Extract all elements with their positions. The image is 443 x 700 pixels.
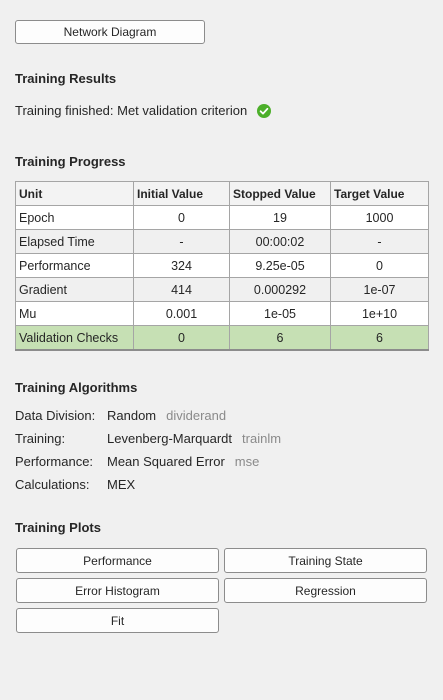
table-cell: Elapsed Time: [15, 229, 134, 254]
table-cell: 0: [133, 205, 230, 230]
plot-performance-button[interactable]: Performance: [16, 548, 219, 573]
column-header: Target Value: [330, 181, 429, 206]
table-cell: 324: [133, 253, 230, 278]
table-cell: 0: [330, 253, 429, 278]
training-progress-title: Training Progress: [15, 154, 126, 169]
table-cell: Epoch: [15, 205, 134, 230]
table-cell: 0.001: [133, 301, 230, 326]
table-row: Performance 324 9.25e-05 0: [15, 253, 429, 278]
table-cell: -: [330, 229, 429, 254]
plot-training-state-button[interactable]: Training State: [224, 548, 427, 573]
column-header: Stopped Value: [229, 181, 331, 206]
table-row: Epoch 0 19 1000: [15, 205, 429, 230]
table-cell: Mu: [15, 301, 134, 326]
table-cell: 414: [133, 277, 230, 302]
table-cell: 1e-07: [330, 277, 429, 302]
table-cell: 1e-05: [229, 301, 331, 326]
algorithm-row: Training: Levenberg-Marquardt trainlm: [15, 431, 281, 446]
algorithm-value: Mean Squared Error: [107, 454, 225, 469]
table-row: Gradient 414 0.000292 1e-07: [15, 277, 429, 302]
algorithm-label: Performance:: [15, 454, 94, 469]
algorithm-function-link[interactable]: dividerand: [166, 408, 226, 423]
plot-regression-button[interactable]: Regression: [224, 578, 427, 603]
column-header: Unit: [15, 181, 134, 206]
training-status-text: Training finished: Met validation criter…: [15, 103, 248, 118]
training-algorithms-title: Training Algorithms: [15, 380, 138, 395]
table-cell: 1e+10: [330, 301, 429, 326]
table-cell: 19: [229, 205, 331, 230]
check-circle-icon: [257, 103, 272, 118]
algorithm-row: Data Division: Random dividerand: [15, 408, 226, 423]
plot-fit-button[interactable]: Fit: [16, 608, 219, 633]
table-cell: 6: [330, 325, 429, 351]
table-row-highlighted: Validation Checks 0 6 6: [15, 325, 429, 351]
algorithm-label: Calculations:: [15, 477, 90, 492]
plot-error-histogram-button[interactable]: Error Histogram: [16, 578, 219, 603]
algorithm-value: Levenberg-Marquardt: [107, 431, 233, 446]
algorithm-row: Calculations: MEX: [15, 477, 135, 492]
training-progress-table: Unit Initial Value Stopped Value Target …: [15, 181, 429, 351]
network-diagram-button[interactable]: Network Diagram: [15, 20, 205, 44]
table-cell: Performance: [15, 253, 134, 278]
algorithm-function-link[interactable]: trainlm: [242, 431, 281, 446]
table-cell: -: [133, 229, 230, 254]
table-cell: Validation Checks: [15, 325, 134, 351]
training-results-title: Training Results: [15, 71, 117, 86]
table-row: Mu 0.001 1e-05 1e+10: [15, 301, 429, 326]
algorithm-value: MEX: [107, 477, 136, 492]
table-cell: 0: [133, 325, 230, 351]
algorithm-label: Data Division:: [15, 408, 96, 423]
algorithm-value: Random: [107, 408, 157, 423]
table-header-row: Unit Initial Value Stopped Value Target …: [15, 181, 429, 206]
table-cell: 9.25e-05: [229, 253, 331, 278]
table-cell: 0.000292: [229, 277, 331, 302]
table-cell: 00:00:02: [229, 229, 331, 254]
training-status: Training finished: Met validation criter…: [15, 103, 272, 118]
algorithm-label: Training:: [15, 431, 66, 446]
table-cell: 1000: [330, 205, 429, 230]
algorithm-row: Performance: Mean Squared Error mse: [15, 454, 259, 469]
training-plots-title: Training Plots: [15, 520, 101, 535]
column-header: Initial Value: [133, 181, 230, 206]
algorithm-function-link[interactable]: mse: [235, 454, 260, 469]
table-row: Elapsed Time - 00:00:02 -: [15, 229, 429, 254]
table-cell: 6: [229, 325, 331, 351]
table-cell: Gradient: [15, 277, 134, 302]
